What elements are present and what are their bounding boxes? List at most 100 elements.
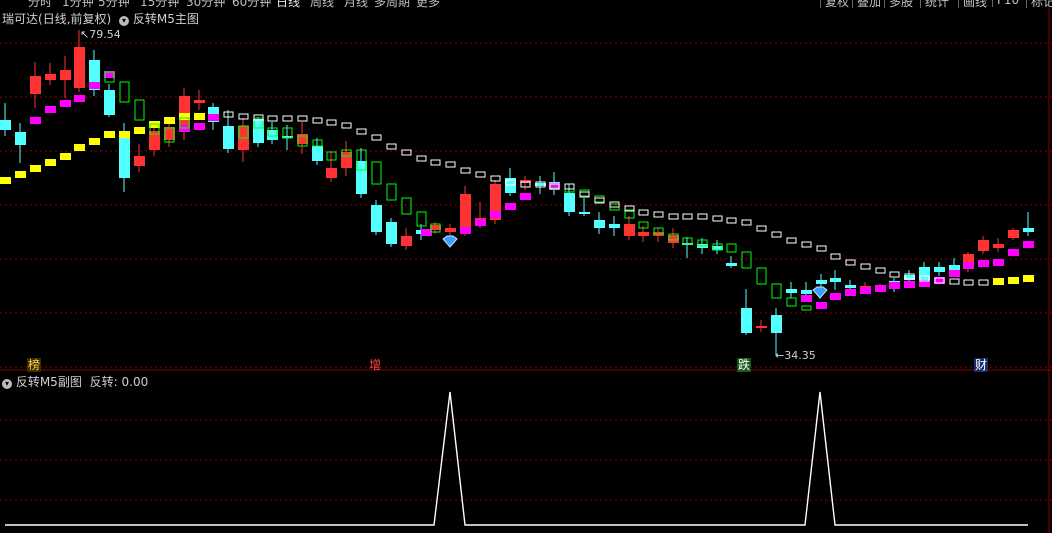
step-box — [594, 195, 605, 203]
resistance-dash — [371, 134, 382, 141]
candle-body — [830, 278, 841, 282]
resistance-dash — [889, 271, 900, 278]
candle-body — [919, 267, 930, 280]
candle-body — [1008, 230, 1019, 238]
candle-body — [668, 235, 679, 243]
step-box — [134, 99, 145, 121]
step-box — [756, 267, 767, 285]
resistance-dash — [978, 279, 989, 286]
ma-block — [993, 278, 1004, 285]
step-box — [801, 305, 812, 311]
ma-block — [421, 229, 432, 236]
candle-body — [386, 222, 397, 244]
resistance-dash — [741, 219, 752, 226]
candle-body — [564, 193, 575, 212]
ma-block — [963, 262, 974, 269]
candlestick-chart[interactable] — [0, 0, 1052, 533]
ma-block — [194, 123, 205, 130]
candle-body — [741, 308, 752, 333]
event-marker-finance[interactable]: 财 — [974, 358, 989, 372]
ma-block — [1023, 275, 1034, 282]
step-box — [401, 197, 412, 215]
resistance-dash — [816, 245, 827, 252]
candle-body — [445, 228, 456, 232]
ma-block — [830, 293, 841, 300]
candle-body — [194, 100, 205, 103]
candle-body — [949, 265, 960, 270]
sub-chart-header: ▾ 反转M5副图 反转: 0.00 — [2, 373, 148, 390]
ma-block — [30, 165, 41, 172]
candle-body — [45, 74, 56, 80]
candle-body — [816, 280, 827, 284]
candle-body — [60, 70, 71, 80]
candle-body — [786, 289, 797, 293]
resistance-dash — [830, 253, 841, 260]
candle-body — [164, 127, 175, 140]
ma-block — [74, 144, 85, 151]
ma-block — [875, 285, 886, 292]
candle-body — [30, 76, 41, 94]
chevron-down-icon[interactable]: ▾ — [2, 379, 12, 389]
low-price-label: ←34.35 — [775, 349, 816, 362]
resistance-dash — [475, 171, 486, 178]
high-price-label: ↖79.54 — [80, 28, 121, 41]
ma-block — [134, 127, 145, 134]
resistance-dash — [460, 167, 471, 174]
candle-body — [712, 246, 723, 250]
sub-indicator-name[interactable]: 反转M5副图 — [16, 375, 82, 389]
resistance-dash — [445, 161, 456, 168]
candle-body — [801, 290, 812, 294]
candle-body — [74, 47, 85, 88]
step-box — [726, 243, 737, 253]
ma-block — [1008, 249, 1019, 256]
arrow-icon: ← — [775, 349, 785, 362]
ma-block — [60, 100, 71, 107]
step-box — [119, 81, 130, 103]
event-marker-increase[interactable]: 增 — [368, 358, 382, 372]
candle-body — [726, 263, 737, 266]
candle-body — [253, 119, 264, 143]
ma-block — [505, 203, 516, 210]
ma-block — [208, 114, 219, 121]
candle-body — [312, 146, 323, 161]
resistance-dash — [771, 231, 782, 238]
ma-block — [0, 177, 11, 184]
ma-block — [889, 282, 900, 289]
candle-body — [1023, 228, 1034, 232]
ma-block — [89, 138, 100, 145]
ma-block — [475, 219, 486, 226]
sub-indicator-value: 反转: 0.00 — [89, 375, 149, 389]
ma-block — [164, 117, 175, 124]
resistance-dash — [312, 117, 323, 124]
step-box — [386, 183, 397, 201]
ma-block — [904, 281, 915, 288]
event-marker-rank[interactable]: 榜 — [27, 358, 42, 372]
resistance-dash — [726, 217, 737, 224]
resistance-dash — [416, 155, 427, 162]
ma-block — [45, 159, 56, 166]
candle-body — [267, 130, 278, 140]
step-box — [579, 189, 590, 197]
ma-block — [179, 113, 190, 120]
candle-body — [104, 90, 115, 115]
resistance-dash — [430, 159, 441, 166]
resistance-dash — [386, 143, 397, 150]
candle-body — [638, 232, 649, 236]
ma-block — [845, 289, 856, 296]
resistance-dash — [860, 263, 871, 270]
ma-block — [15, 171, 26, 178]
reversal-signal-line — [5, 391, 1028, 526]
candle-body — [934, 267, 945, 272]
resistance-dash — [297, 115, 308, 122]
diamond-icon — [442, 235, 458, 248]
candle-body — [371, 205, 382, 232]
candle-body — [119, 133, 130, 178]
resistance-dash — [341, 122, 352, 129]
event-marker-drop[interactable]: 跌 — [737, 358, 752, 372]
ma-block — [860, 287, 871, 294]
ma-block — [194, 113, 205, 120]
candle-body — [978, 240, 989, 251]
candle-body — [134, 156, 145, 166]
resistance-dash — [949, 278, 960, 285]
ma-block — [801, 295, 812, 302]
